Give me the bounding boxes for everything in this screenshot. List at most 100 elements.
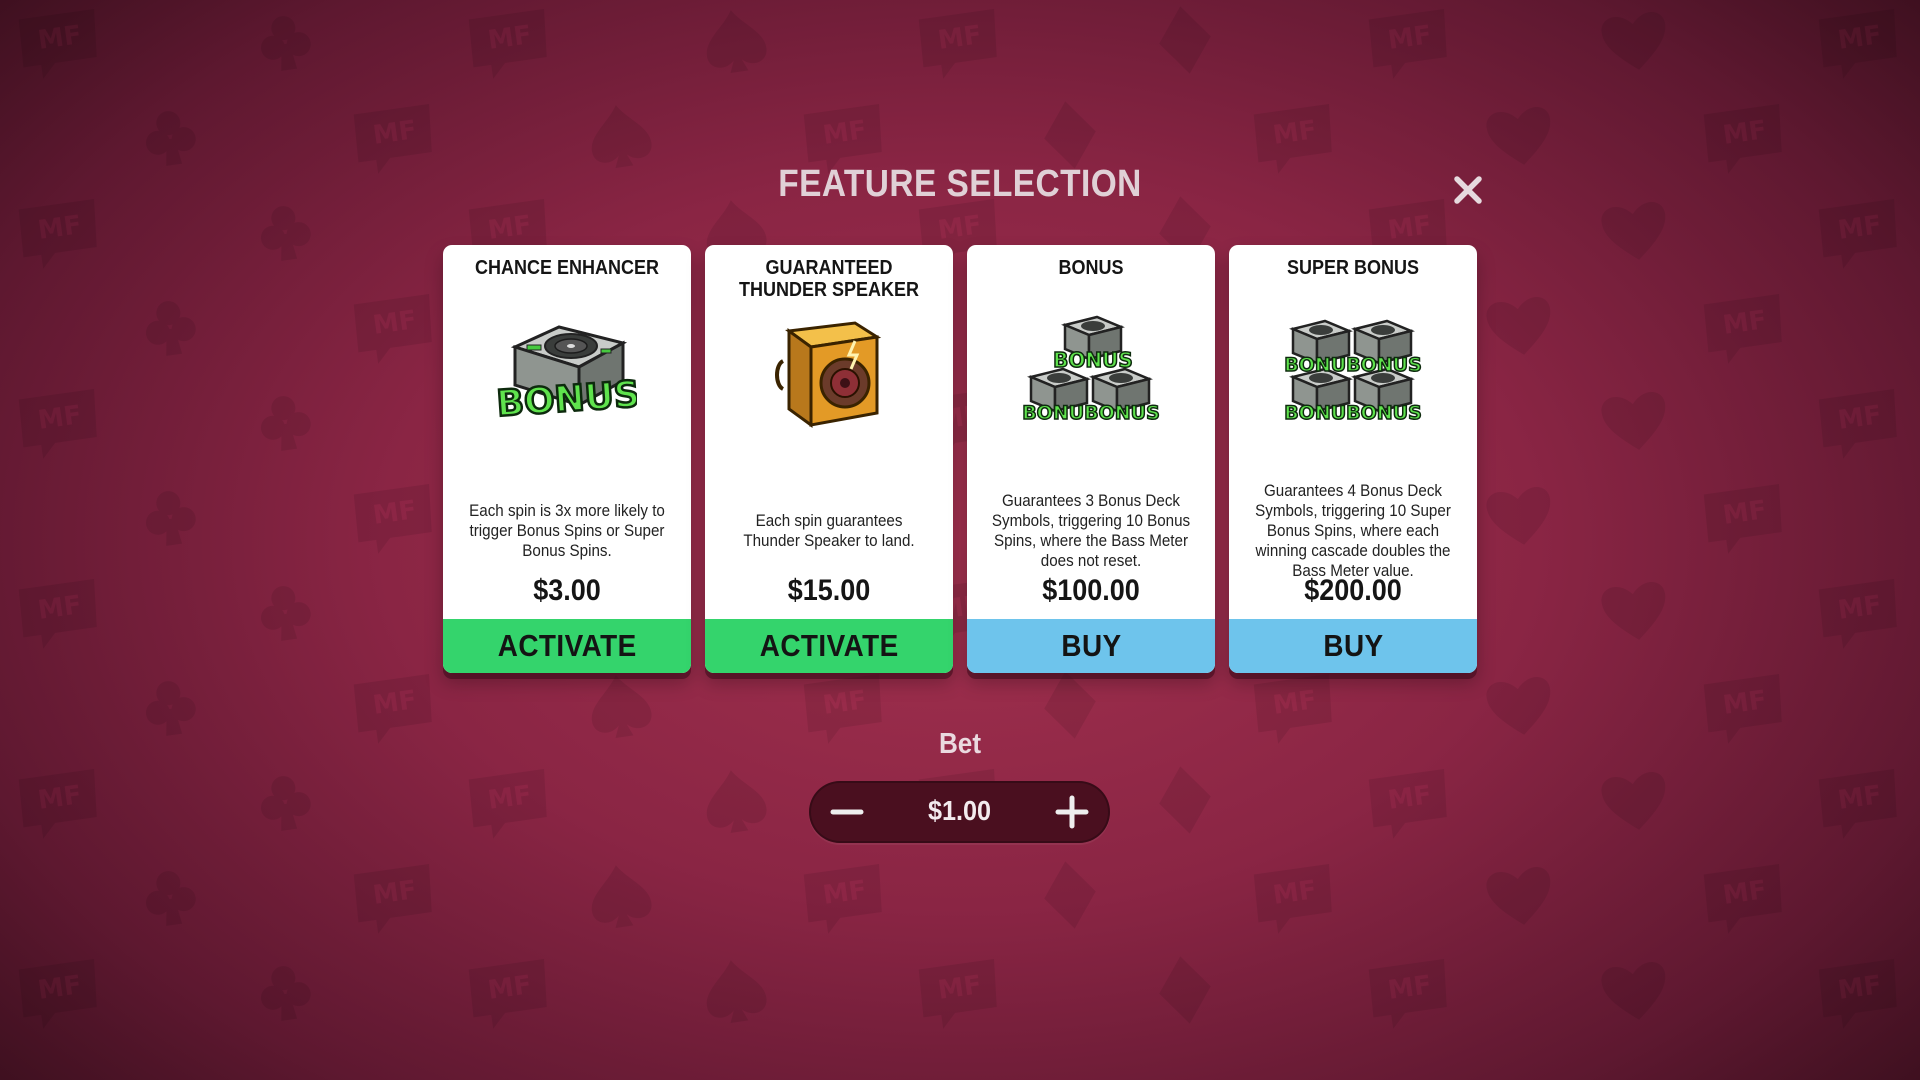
card-price: $100.00 (1042, 574, 1140, 607)
background-suit-heart (1484, 485, 1556, 550)
background-suit-club (256, 392, 314, 454)
increase-bet-button[interactable] (1052, 792, 1092, 832)
three-bonus-decks-icon: BONUS BONUBONUS (1021, 315, 1161, 425)
background-logo: MF (1701, 483, 1788, 557)
svg-text:MF: MF (486, 780, 533, 816)
background-logo: MF (801, 863, 888, 937)
svg-text:MF: MF (371, 685, 418, 721)
background-logo: MF (916, 958, 1003, 1032)
background-logo: MF (1366, 8, 1453, 82)
svg-text:MF: MF (1386, 20, 1433, 56)
svg-text:MF: MF (1721, 875, 1768, 911)
svg-text:MF: MF (1721, 115, 1768, 151)
buy-button-bonus[interactable]: BUY (967, 619, 1215, 673)
svg-text:MF: MF (1721, 305, 1768, 341)
svg-text:BONUBONUS: BONUBONUS (1284, 354, 1422, 376)
card-price: $200.00 (1304, 574, 1402, 607)
feature-cards: CHANCE ENHANCER BONUS Each spin is 3x mo… (443, 245, 1477, 673)
svg-text:MF: MF (36, 970, 83, 1006)
svg-text:MF: MF (36, 20, 83, 56)
svg-text:MF: MF (1386, 970, 1433, 1006)
four-bonus-decks-icon: BONUBONUS BONUBONUS (1283, 319, 1423, 425)
svg-text:MF: MF (36, 780, 83, 816)
bet-value: $1.00 (927, 795, 992, 826)
background-suit-spade (701, 956, 770, 1026)
background-logo: MF (1816, 388, 1903, 462)
plus-icon (1055, 795, 1089, 829)
svg-text:MF: MF (936, 210, 983, 246)
svg-text:MF: MF (1836, 590, 1883, 626)
close-button[interactable] (1448, 170, 1488, 210)
buy-button-super-bonus[interactable]: BUY (1229, 619, 1477, 673)
svg-text:MF: MF (486, 970, 533, 1006)
activate-button-chance-enhancer[interactable]: ACTIVATE (443, 619, 691, 673)
background-logo: MF (351, 293, 438, 367)
decrease-bet-button[interactable] (827, 792, 867, 832)
background-logo: MF (466, 958, 553, 1032)
svg-text:MF: MF (486, 20, 533, 56)
background-suit-heart (1484, 295, 1556, 360)
svg-text:MF: MF (1836, 780, 1883, 816)
background-suit-heart (1599, 960, 1671, 1025)
feature-card-guaranteed-thunder-speaker: GUARANTEED THUNDER SPEAKER Each spin gua… (705, 245, 953, 673)
svg-text:MF: MF (1836, 400, 1883, 436)
background-suit-heart (1599, 770, 1671, 835)
svg-text:MF: MF (1271, 875, 1318, 911)
svg-text:MF: MF (486, 210, 533, 246)
svg-text:BONUS: BONUS (497, 374, 637, 425)
background-logo: MF (16, 198, 103, 272)
background-logo: MF (1816, 958, 1903, 1032)
svg-text:MF: MF (821, 115, 868, 151)
background-suit-spade (586, 861, 655, 931)
background-suit-diamond (1039, 857, 1101, 933)
svg-text:MF: MF (1721, 685, 1768, 721)
background-suit-diamond (1154, 762, 1216, 838)
background-logo: MF (16, 578, 103, 652)
card-title: SUPER BONUS (1286, 257, 1420, 279)
background-logo: MF (16, 958, 103, 1032)
background-suit-club (256, 772, 314, 834)
background-suit-heart (1484, 865, 1556, 930)
background-logo: MF (1816, 578, 1903, 652)
background-logo: MF (1251, 863, 1338, 937)
background-logo: MF (16, 388, 103, 462)
svg-text:MF: MF (1386, 780, 1433, 816)
svg-text:MF: MF (821, 875, 868, 911)
background-suit-club (256, 12, 314, 74)
background-suit-spade (586, 101, 655, 171)
background-logo: MF (466, 768, 553, 842)
svg-text:MF: MF (1836, 20, 1883, 56)
activate-button-thunder-speaker[interactable]: ACTIVATE (705, 619, 953, 673)
feature-card-chance-enhancer: CHANCE ENHANCER BONUS Each spin is 3x mo… (443, 245, 691, 673)
background-logo: MF (1701, 293, 1788, 367)
background-logo: MF (1816, 8, 1903, 82)
background-suit-club (141, 107, 199, 169)
svg-text:MF: MF (371, 875, 418, 911)
background-logo: MF (16, 768, 103, 842)
svg-text:MF: MF (1271, 685, 1318, 721)
background-suit-club (141, 487, 199, 549)
svg-text:MF: MF (1271, 115, 1318, 151)
svg-text:MF: MF (821, 685, 868, 721)
background-suit-spade (701, 6, 770, 76)
bonus-turntable-icon: BONUS (497, 325, 637, 426)
svg-text:MF: MF (371, 305, 418, 341)
thunder-speaker-icon (775, 321, 882, 428)
background-suit-diamond (1039, 97, 1101, 173)
background-suit-club (256, 962, 314, 1024)
background-suit-heart (1599, 200, 1671, 265)
svg-text:MF: MF (1721, 495, 1768, 531)
svg-text:MF: MF (936, 970, 983, 1006)
card-title: CHANCE ENHANCER (474, 257, 659, 279)
background-suit-heart (1599, 580, 1671, 645)
background-suit-club (256, 202, 314, 264)
background-suit-club (256, 582, 314, 644)
svg-text:MF: MF (1836, 970, 1883, 1006)
svg-text:MF: MF (36, 400, 83, 436)
background-suit-heart (1599, 10, 1671, 75)
close-icon (1454, 176, 1482, 204)
background-suit-club (141, 867, 199, 929)
background-logo: MF (1816, 768, 1903, 842)
svg-text:MF: MF (36, 210, 83, 246)
svg-text:MF: MF (371, 115, 418, 151)
